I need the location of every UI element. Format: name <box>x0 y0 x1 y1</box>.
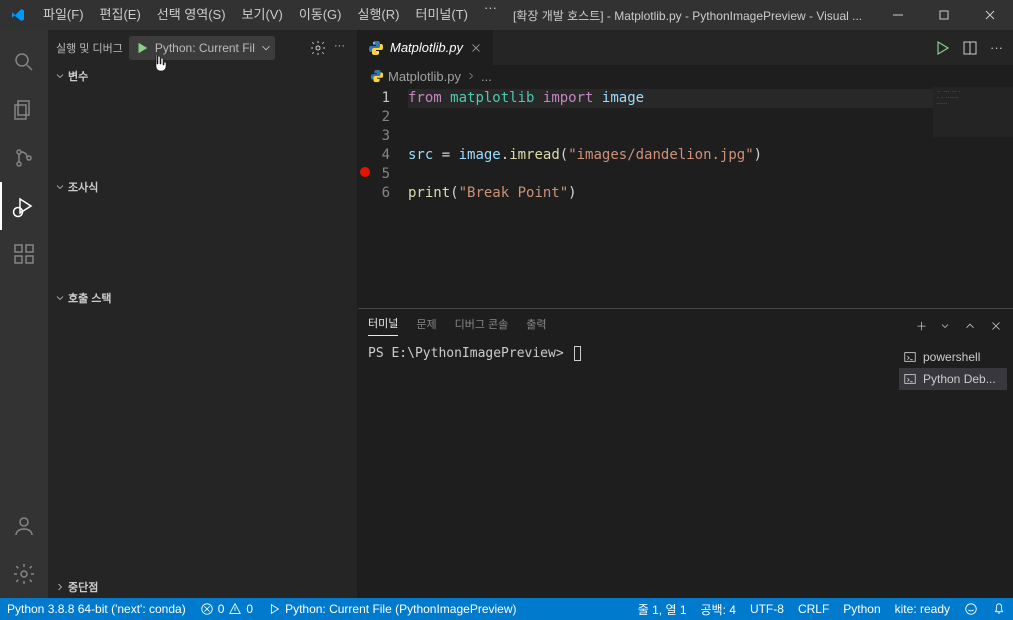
menu-run[interactable]: 실행(R) <box>350 0 408 30</box>
chevron-right-icon <box>52 581 68 593</box>
section-variables[interactable]: 변수 <box>48 65 357 87</box>
terminal-dropdown-icon[interactable] <box>939 320 951 332</box>
chevron-down-icon[interactable] <box>259 41 273 55</box>
menu-terminal[interactable]: 터미널(T) <box>407 0 475 30</box>
minimap[interactable]: ▬▬ ▬▬▬ ▬▬ ▬▬ ▬ ▬▬▬▬▬▬▬▬▬▬▬ <box>933 87 1013 308</box>
code-area[interactable]: from matplotlib import image src = image… <box>408 87 933 308</box>
run-file-icon[interactable] <box>934 40 950 56</box>
status-bell-icon[interactable] <box>985 598 1013 620</box>
panel-maximize-icon[interactable] <box>963 319 977 333</box>
editor-more-icon[interactable]: ··· <box>990 40 1003 55</box>
chevron-down-icon <box>52 70 68 82</box>
status-lncol[interactable]: 줄 1, 열 1 <box>631 598 694 620</box>
breadcrumb-more: ... <box>481 69 492 84</box>
menu-more-icon[interactable]: ··· <box>476 0 505 30</box>
panel-tab-output[interactable]: 출력 <box>526 316 546 336</box>
panel-tab-debugconsole[interactable]: 디버그 콘솔 <box>455 316 509 336</box>
new-terminal-icon[interactable]: ＋ <box>916 318 927 334</box>
terminal-item[interactable]: Python Deb... <box>899 368 1007 390</box>
sidebar-header: 실행 및 디버그 Python: Current Fil ··· <box>48 30 357 65</box>
python-file-icon <box>370 69 384 83</box>
menu-view[interactable]: 보기(V) <box>234 0 291 30</box>
activity-explorer-icon[interactable] <box>0 86 48 134</box>
warning-icon <box>228 602 242 616</box>
status-language[interactable]: Python <box>836 598 887 620</box>
section-watch[interactable]: 조사식 <box>48 176 357 198</box>
terminal-cursor <box>574 346 581 361</box>
terminal-item[interactable]: powershell <box>899 346 1007 368</box>
tabs-actions: ··· <box>924 30 1013 65</box>
terminal-prompt: PS E:\PythonImagePreview> <box>368 346 572 361</box>
panel-close-icon[interactable] <box>989 319 1003 333</box>
chevron-down-icon <box>52 181 68 193</box>
code-editor[interactable]: 1 2 3 4 5 6 from matplotlib import image… <box>358 87 1013 308</box>
panel-tab-problems[interactable]: 문제 <box>416 316 436 336</box>
panel: 터미널 문제 디버그 콘솔 출력 ＋ PS E:\PythonImagePrev… <box>358 308 1013 598</box>
status-problems[interactable]: 0 0 <box>193 598 260 620</box>
tabs-bar: Matplotlib.py ··· <box>358 30 1013 65</box>
breadcrumb-filename: Matplotlib.py <box>388 69 461 84</box>
debug-config-name: Python: Current Fil <box>151 41 259 55</box>
status-indent[interactable]: 공백: 4 <box>694 598 743 620</box>
sidebar-title: 실행 및 디버그 <box>56 40 127 56</box>
error-icon <box>200 602 214 616</box>
status-eol[interactable]: CRLF <box>791 598 836 620</box>
status-debug-config[interactable]: Python: Current File (PythonImagePreview… <box>260 598 523 620</box>
panel-tab-terminal[interactable]: 터미널 <box>368 315 398 336</box>
debug-sidebar: 실행 및 디버그 Python: Current Fil ··· 변수 <box>48 30 358 598</box>
close-icon[interactable] <box>469 41 483 55</box>
debug-settings-icon[interactable] <box>310 40 326 56</box>
activity-bar <box>0 30 48 598</box>
activity-settings-icon[interactable] <box>0 550 48 598</box>
section-callstack[interactable]: 호출 스택 <box>48 287 357 309</box>
status-bar: Python 3.8.8 64-bit ('next': conda) 0 0 … <box>0 598 1013 620</box>
maximize-button[interactable] <box>921 0 967 30</box>
activity-extensions-icon[interactable] <box>0 230 48 278</box>
terminal-icon <box>903 350 917 364</box>
chevron-right-icon <box>465 70 477 82</box>
status-feedback-icon[interactable] <box>957 598 985 620</box>
editor-tab-name: Matplotlib.py <box>390 40 463 55</box>
window-title: [확장 개발 호스트] - Matplotlib.py - PythonImag… <box>505 7 875 24</box>
debug-icon <box>267 602 281 616</box>
minimize-button[interactable] <box>875 0 921 30</box>
activity-search-icon[interactable] <box>0 38 48 86</box>
terminal-icon <box>903 372 917 386</box>
activity-scm-icon[interactable] <box>0 134 48 182</box>
close-button[interactable] <box>967 0 1013 30</box>
status-python-env[interactable]: Python 3.8.8 64-bit ('next': conda) <box>0 598 193 620</box>
title-bar: 파일(F) 편집(E) 선택 영역(S) 보기(V) 이동(G) 실행(R) 터… <box>0 0 1013 30</box>
window-controls <box>875 0 1013 30</box>
debug-more-icon[interactable]: ··· <box>334 40 345 56</box>
section-breakpoints[interactable]: 중단점 <box>48 576 357 598</box>
menu-go[interactable]: 이동(G) <box>291 0 350 30</box>
vscode-logo-icon <box>0 7 35 23</box>
breadcrumbs[interactable]: Matplotlib.py ... <box>358 65 1013 87</box>
activity-account-icon[interactable] <box>0 502 48 550</box>
python-file-icon <box>368 40 384 56</box>
menu-edit[interactable]: 편집(E) <box>92 0 149 30</box>
debug-start-icon[interactable] <box>133 41 151 55</box>
editor-tab[interactable]: Matplotlib.py <box>358 30 494 65</box>
menu-file[interactable]: 파일(F) <box>35 0 92 30</box>
terminal-list: powershell Python Deb... <box>893 342 1013 598</box>
split-editor-icon[interactable] <box>962 40 978 56</box>
terminal[interactable]: PS E:\PythonImagePreview> <box>358 342 893 598</box>
status-kite[interactable]: kite: ready <box>888 598 957 620</box>
status-encoding[interactable]: UTF-8 <box>743 598 791 620</box>
menu-bar: 파일(F) 편집(E) 선택 영역(S) 보기(V) 이동(G) 실행(R) 터… <box>35 0 505 30</box>
breakpoint-icon[interactable] <box>360 167 370 177</box>
chevron-down-icon <box>52 292 68 304</box>
activity-debug-icon[interactable] <box>0 182 48 230</box>
panel-tabs: 터미널 문제 디버그 콘솔 출력 ＋ <box>358 309 1013 342</box>
editor-group: Matplotlib.py ··· Matplotlib.py <box>358 30 1013 598</box>
debug-config-selector[interactable]: Python: Current Fil <box>129 36 275 60</box>
menu-select[interactable]: 선택 영역(S) <box>149 0 234 30</box>
gutter: 1 2 3 4 5 6 <box>358 87 408 308</box>
